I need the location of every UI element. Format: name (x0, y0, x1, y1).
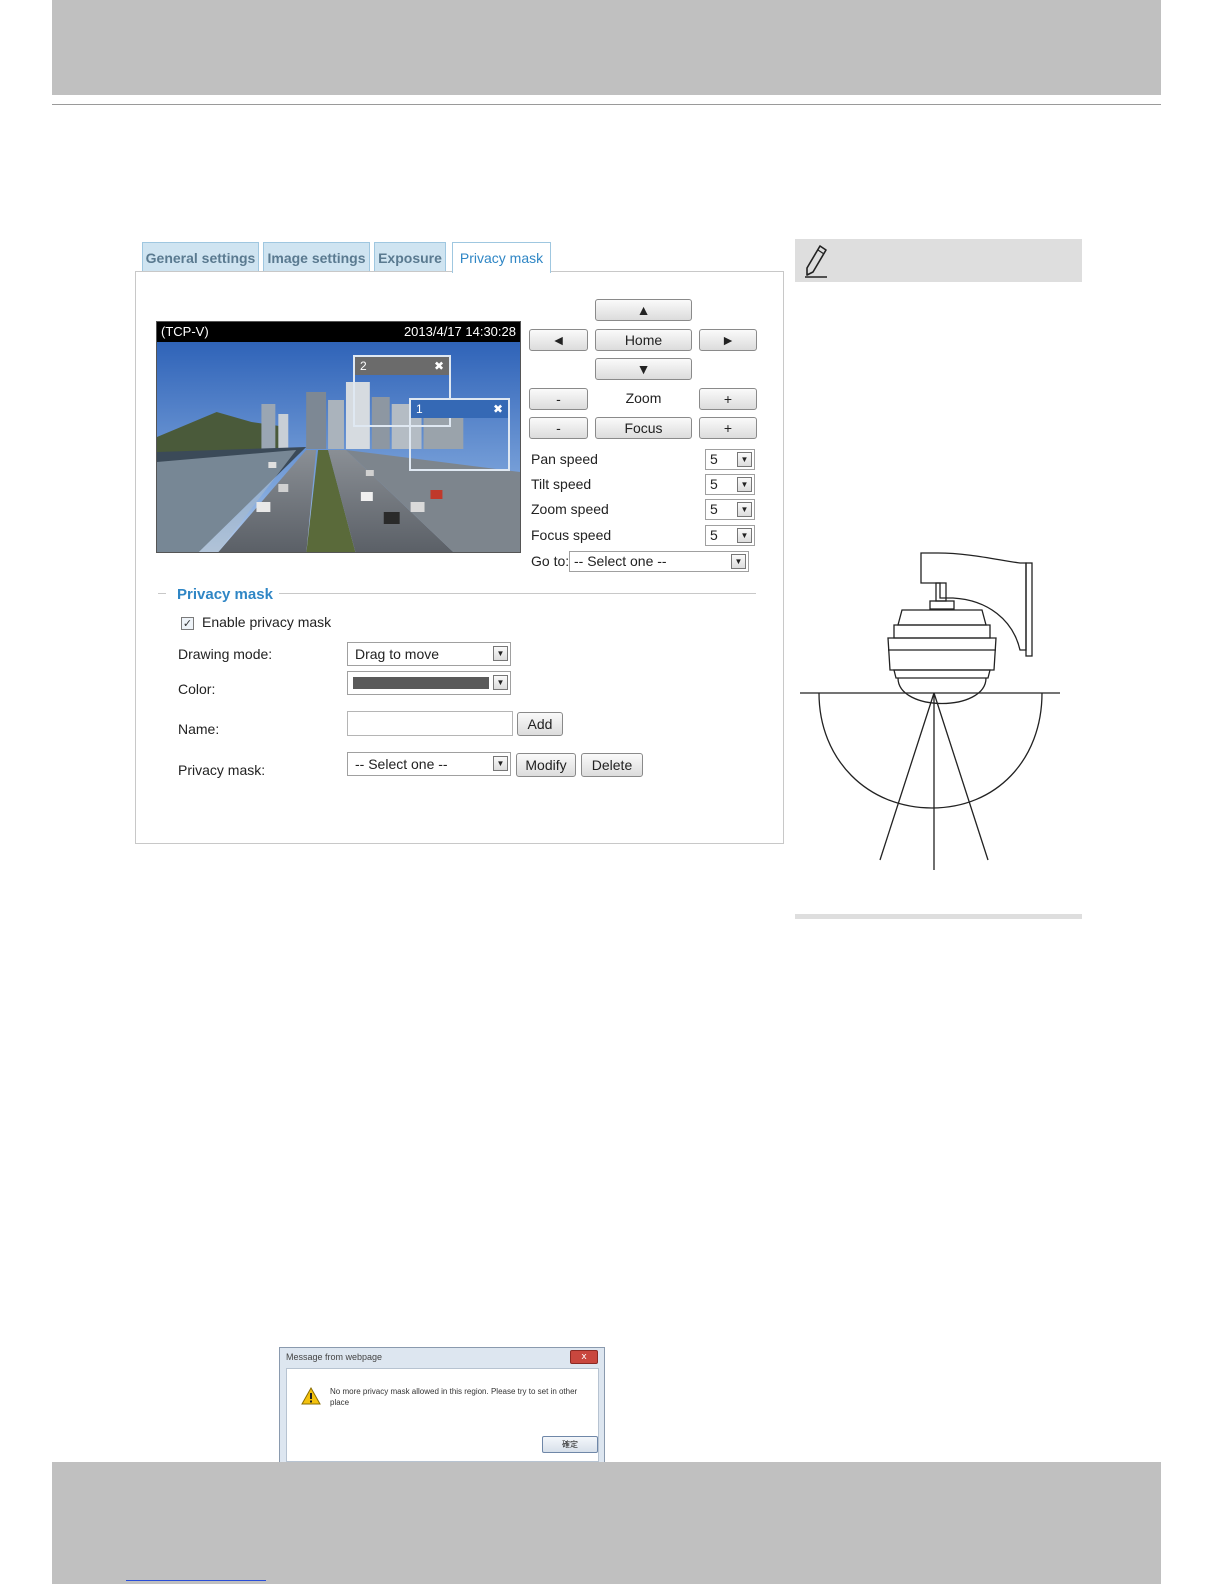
mask-1-header[interactable]: 1 ✖ (411, 400, 508, 418)
close-icon[interactable]: ✖ (434, 357, 444, 375)
chevron-down-icon: ▼ (737, 452, 752, 467)
note-header (795, 239, 1082, 282)
privacy-mask-value: -- Select one -- (355, 756, 448, 772)
focus-speed-label: Focus speed (531, 527, 612, 543)
goto-select[interactable]: -- Select one -- ▼ (569, 551, 749, 572)
chevron-down-icon: ▼ (493, 646, 508, 661)
video-caption-bar: (TCP-V) 2013/4/17 14:30:28 (157, 322, 520, 342)
zoom-speed-label: Zoom speed (531, 501, 609, 517)
ptz-home-button[interactable]: Home (595, 329, 692, 351)
pan-speed-value: 5 (710, 451, 718, 467)
dome-camera-illustration (800, 552, 1060, 870)
ptz-right-button[interactable]: ► (699, 329, 757, 351)
color-swatch (353, 677, 489, 689)
name-input[interactable] (347, 711, 513, 736)
dialog-close-button[interactable]: x (570, 1350, 598, 1364)
chevron-down-icon: ▼ (737, 502, 752, 517)
tab-general-settings[interactable]: General settings (142, 242, 259, 272)
goto-value: -- Select one -- (574, 553, 667, 569)
tilt-speed-value: 5 (710, 476, 718, 492)
color-select[interactable]: ▼ (347, 671, 511, 695)
mask-1-label: 1 (416, 402, 423, 416)
add-button[interactable]: Add (517, 712, 563, 736)
mask-2-label: 2 (360, 359, 367, 373)
chevron-down-icon: ▼ (737, 528, 752, 543)
zoom-speed-select[interactable]: 5 ▼ (705, 499, 755, 520)
chevron-down-icon: ▼ (737, 477, 752, 492)
zoom-speed-value: 5 (710, 501, 718, 517)
name-label: Name: (178, 721, 220, 737)
pan-speed-label: Pan speed (531, 451, 598, 467)
dialog-title: Message from webpage (286, 1352, 383, 1362)
footer-link-underline (126, 1580, 266, 1581)
dialog-ok-button[interactable]: 確定 (542, 1436, 598, 1453)
pan-speed-select[interactable]: 5 ▼ (705, 449, 755, 470)
section-divider-right (279, 593, 756, 594)
focus-near-button[interactable]: - (529, 417, 588, 439)
chevron-down-icon: ▼ (493, 756, 508, 771)
header-rule (52, 104, 1161, 105)
privacy-mask-select[interactable]: -- Select one -- ▼ (347, 752, 511, 776)
tilt-speed-select[interactable]: 5 ▼ (705, 474, 755, 495)
header-band (52, 0, 1161, 95)
mask-2-header[interactable]: 2 ✖ (355, 357, 449, 375)
ptz-down-button[interactable]: ▼ (595, 358, 692, 380)
footer-band (52, 1462, 1161, 1584)
dialog-body: No more privacy mask allowed in this reg… (286, 1368, 599, 1462)
note-footer (795, 914, 1082, 919)
drawing-mode-value: Drag to move (355, 646, 440, 662)
stream-label: (TCP-V) (161, 324, 209, 339)
tab-image-settings[interactable]: Image settings (263, 242, 370, 272)
focus-far-button[interactable]: + (699, 417, 757, 439)
section-divider-left (158, 593, 166, 594)
close-icon[interactable]: ✖ (493, 400, 503, 418)
privacy-mask-select-label: Privacy mask: (178, 762, 266, 778)
tilt-speed-label: Tilt speed (531, 476, 592, 492)
drawing-mode-select[interactable]: Drag to move ▼ (347, 642, 511, 666)
video-timestamp: 2013/4/17 14:30:28 (403, 324, 516, 339)
delete-button[interactable]: Delete (581, 753, 643, 777)
ptz-up-button[interactable]: ▲ (595, 299, 692, 321)
ptz-left-button[interactable]: ◄ (529, 329, 588, 351)
goto-label: Go to: (531, 553, 570, 569)
tab-privacy-mask[interactable]: Privacy mask (452, 242, 551, 273)
zoom-out-button[interactable]: - (529, 388, 588, 410)
enable-privacy-mask-label: Enable privacy mask (202, 614, 332, 630)
drawing-mode-label: Drawing mode: (178, 646, 273, 662)
privacy-mask-1[interactable]: 1 ✖ (409, 398, 510, 471)
warning-icon (301, 1387, 321, 1405)
privacy-mask-section-title: Privacy mask (177, 586, 273, 603)
chevron-down-icon: ▼ (731, 554, 746, 569)
zoom-in-button[interactable]: + (699, 388, 757, 410)
dialog-message: No more privacy mask allowed in this reg… (330, 1387, 578, 1407)
focus-auto-button[interactable]: Focus (595, 417, 692, 439)
enable-privacy-mask-checkbox[interactable]: ✓ (181, 617, 194, 630)
zoom-label: Zoom (625, 390, 662, 406)
live-video: (TCP-V) 2013/4/17 14:30:28 2 ✖ 1 ✖ (156, 321, 521, 553)
tab-exposure[interactable]: Exposure (374, 242, 446, 272)
message-dialog: Message from webpage x No more privacy m… (279, 1347, 605, 1468)
color-label: Color: (178, 681, 216, 697)
pencil-icon (805, 245, 827, 278)
modify-button[interactable]: Modify (516, 753, 576, 777)
chevron-down-icon: ▼ (493, 675, 508, 690)
focus-speed-select[interactable]: 5 ▼ (705, 525, 755, 546)
focus-speed-value: 5 (710, 527, 718, 543)
